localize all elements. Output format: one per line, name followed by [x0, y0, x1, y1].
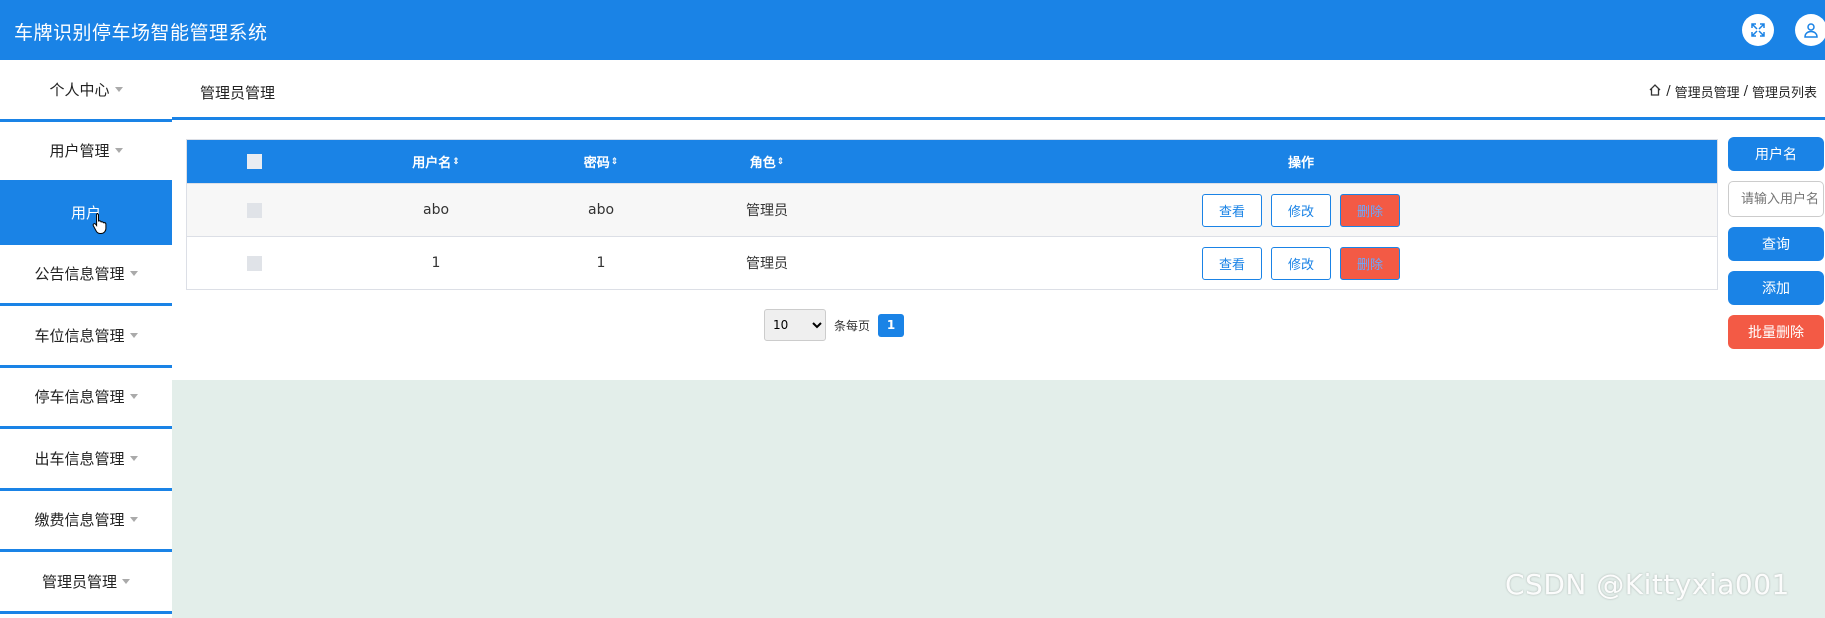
cell-password: abo [587, 202, 615, 218]
app-title: 车牌识别停车场智能管理系统 [14, 22, 268, 44]
hand-cursor-icon [92, 212, 108, 238]
sidebar: 个人中心 用户管理 用户 公告信息管理 车位信息管理 停车信息管理 出车信息管理… [0, 60, 172, 618]
username-label-button: 用户名 [1728, 137, 1824, 171]
caret-down-icon [129, 517, 138, 523]
view-button[interactable]: 查看 [1202, 193, 1262, 227]
column-header-username[interactable]: 用户名 ⇕ [321, 140, 551, 183]
sort-icon[interactable]: ⇕ [611, 157, 619, 167]
table-row: abo abo 管理员 查看 修改 删除 [187, 183, 1717, 236]
page-size-select[interactable]: 10 [764, 309, 826, 341]
watermark: CSDN @Kittyxia001 [1505, 568, 1790, 601]
top-header: 车牌识别停车场智能管理系统 [0, 0, 1825, 60]
per-page-label: 条每页 [834, 318, 871, 333]
query-button[interactable]: 查询 [1728, 227, 1824, 261]
content-area: 用户名⇕ 密码⇕ 角色⇕ 操作 abo abo 管理员 查看 修改 删除 [172, 123, 1825, 618]
sidebar-item-label: 停车信息管理 [34, 388, 125, 407]
page-title: 管理员管理 [200, 84, 276, 102]
sidebar-item-label: 缴费信息管理 [34, 511, 125, 530]
sort-icon[interactable]: ⇕ [452, 157, 460, 167]
caret-down-icon [114, 86, 123, 92]
column-header-actions: 操作 [883, 140, 1719, 183]
caret-down-icon [114, 148, 123, 154]
column-header-role[interactable]: 角色 ⇕ [651, 140, 883, 183]
cell-password: 1 [596, 255, 606, 271]
sidebar-item-announcement-management[interactable]: 公告信息管理 [0, 245, 172, 306]
table-header: 用户名 ⇕ 密码 ⇕ 角色 ⇕ 操作 [187, 140, 1717, 183]
column-label: 用户名 [412, 156, 452, 171]
row-checkbox[interactable] [246, 255, 262, 271]
batch-delete-button[interactable]: 批量删除 [1728, 315, 1824, 349]
breadcrumb-bar: 管理员管理 / 管理员管理 / 管理员列表 [172, 60, 1825, 120]
caret-down-icon [122, 578, 130, 584]
breadcrumb: / 管理员管理 / 管理员列表 [1648, 82, 1817, 101]
column-label: 密码 [583, 156, 610, 171]
row-select-cell [187, 184, 321, 236]
select-all-cell [187, 140, 321, 183]
caret-down-icon [129, 271, 138, 277]
row-actions: 查看 修改 删除 [883, 237, 1719, 289]
cell-username: abo [422, 202, 450, 218]
sidebar-item-user[interactable]: 用户 [0, 183, 172, 245]
page-number-button[interactable]: 1 [878, 313, 905, 337]
sort-icon[interactable]: ⇕ [777, 157, 785, 167]
sidebar-item-user-management[interactable]: 用户管理 [0, 122, 172, 183]
breadcrumb-item: 管理员列表 [1751, 86, 1817, 101]
breadcrumb-item[interactable]: 管理员管理 [1675, 82, 1740, 101]
delete-button[interactable]: 删除 [1340, 193, 1400, 227]
sidebar-item-label: 个人中心 [49, 80, 110, 99]
cell-role: 管理员 [746, 256, 788, 272]
column-header-password[interactable]: 密码 ⇕ [551, 140, 651, 183]
sidebar-item-label: 车位信息管理 [34, 326, 125, 345]
edit-button[interactable]: 修改 [1271, 246, 1331, 280]
sidebar-item-label: 用户管理 [49, 142, 110, 161]
breadcrumb-separator: / [1666, 84, 1671, 99]
row-select-cell [187, 237, 321, 289]
fullscreen-icon[interactable] [1742, 14, 1774, 46]
delete-button[interactable]: 删除 [1340, 246, 1400, 280]
user-icon[interactable] [1795, 14, 1825, 46]
admin-table: 用户名⇕ 密码⇕ 角色⇕ 操作 abo abo 管理员 查看 修改 删除 [186, 139, 1718, 290]
breadcrumb-separator: / [1743, 84, 1748, 99]
caret-down-icon [129, 394, 138, 400]
home-icon[interactable] [1648, 83, 1662, 101]
sidebar-item-exit-record-management[interactable]: 出车信息管理 [0, 429, 172, 491]
select-all-checkbox[interactable] [246, 154, 262, 169]
row-actions: 查看 修改 删除 [883, 184, 1719, 236]
add-button[interactable]: 添加 [1728, 271, 1824, 305]
sidebar-item-label: 管理员管理 [41, 572, 117, 591]
table-row: 1 1 管理员 查看 修改 删除 [187, 236, 1717, 289]
sidebar-item-parking-record-management[interactable]: 停车信息管理 [0, 368, 172, 429]
column-label: 操作 [1287, 156, 1314, 171]
sidebar-item-personal-center[interactable]: 个人中心 [0, 60, 172, 122]
sidebar-item-admin-management[interactable]: 管理员管理 [0, 552, 172, 614]
caret-down-icon [129, 455, 138, 461]
sidebar-item-label: 公告信息管理 [34, 265, 125, 284]
column-label: 角色 [749, 156, 776, 171]
search-input[interactable] [1728, 181, 1824, 217]
sidebar-item-parking-space-management[interactable]: 车位信息管理 [0, 306, 172, 368]
cell-role: 管理员 [746, 203, 788, 219]
caret-down-icon [129, 332, 138, 338]
view-button[interactable]: 查看 [1202, 246, 1262, 280]
pagination: 10 条每页 1 [764, 309, 905, 341]
cell-username: 1 [431, 255, 441, 271]
sidebar-item-label: 出车信息管理 [34, 449, 125, 468]
sidebar-item-payment-management[interactable]: 缴费信息管理 [0, 491, 172, 552]
edit-button[interactable]: 修改 [1271, 193, 1331, 227]
table-panel: 用户名⇕ 密码⇕ 角色⇕ 操作 abo abo 管理员 查看 修改 删除 [172, 123, 1825, 380]
row-checkbox[interactable] [246, 202, 262, 218]
